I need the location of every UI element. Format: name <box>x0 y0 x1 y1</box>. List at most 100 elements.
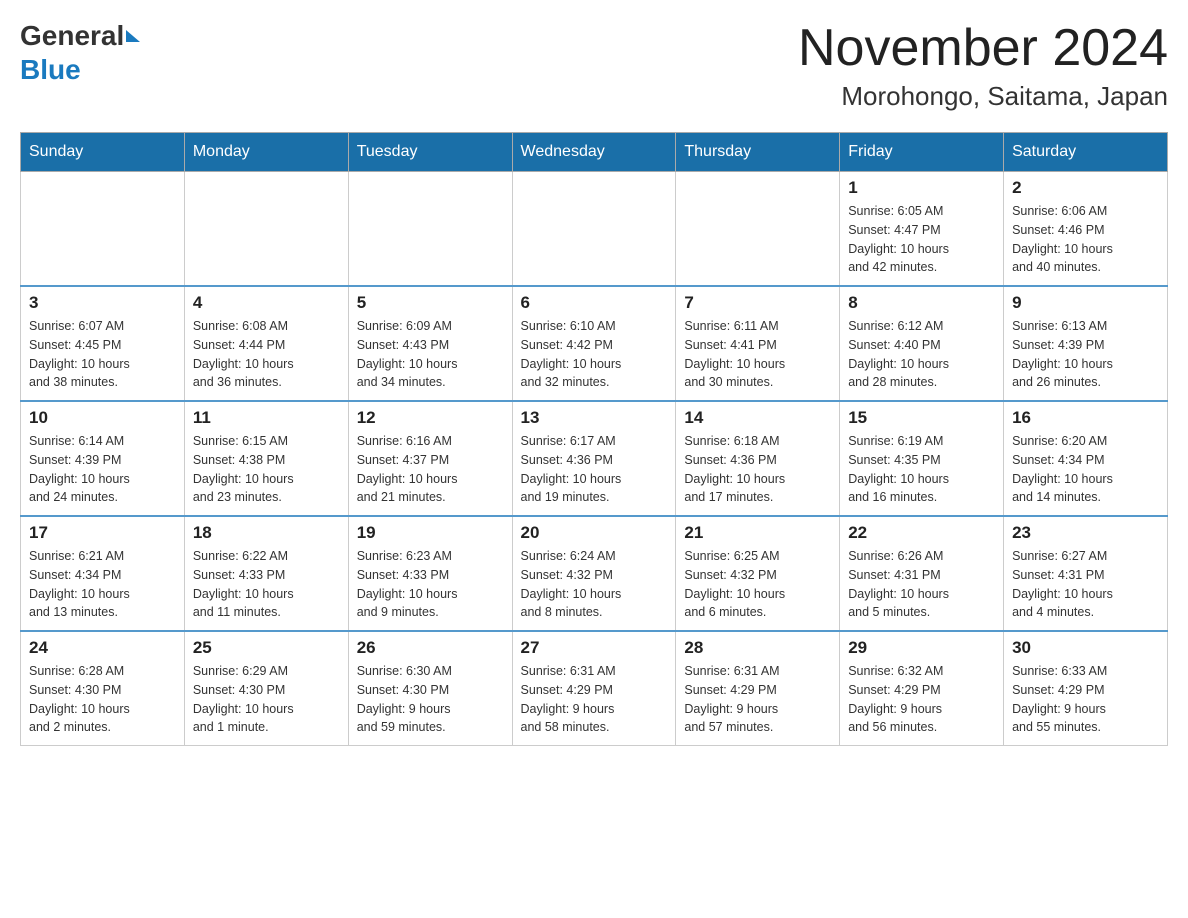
calendar-cell: 19 Sunrise: 6:23 AM Sunset: 4:33 PM Dayli… <box>348 516 512 631</box>
day-number: 13 <box>521 408 668 428</box>
day-info: Sunrise: 6:08 AM Sunset: 4:44 PM Dayligh… <box>193 317 340 392</box>
calendar-cell: 23 Sunrise: 6:27 AM Sunset: 4:31 PM Dayli… <box>1004 516 1168 631</box>
calendar-header-tuesday: Tuesday <box>348 133 512 172</box>
day-number: 20 <box>521 523 668 543</box>
day-number: 5 <box>357 293 504 313</box>
calendar-cell: 5 Sunrise: 6:09 AM Sunset: 4:43 PM Daylig… <box>348 286 512 401</box>
day-number: 3 <box>29 293 176 313</box>
day-number: 10 <box>29 408 176 428</box>
calendar-cell <box>512 172 676 287</box>
day-info: Sunrise: 6:10 AM Sunset: 4:42 PM Dayligh… <box>521 317 668 392</box>
logo-blue-text: Blue <box>20 54 81 85</box>
day-info: Sunrise: 6:21 AM Sunset: 4:34 PM Dayligh… <box>29 547 176 622</box>
calendar-cell: 26Sunrise: 6:30 AM Sunset: 4:30 PM Dayli… <box>348 631 512 746</box>
day-number: 26 <box>357 638 504 658</box>
day-info: Sunrise: 6:13 AM Sunset: 4:39 PM Dayligh… <box>1012 317 1159 392</box>
day-number: 23 <box>1012 523 1159 543</box>
day-info: Sunrise: 6:32 AM Sunset: 4:29 PM Dayligh… <box>848 662 995 737</box>
day-info: Sunrise: 6:22 AM Sunset: 4:33 PM Dayligh… <box>193 547 340 622</box>
day-info: Sunrise: 6:15 AM Sunset: 4:38 PM Dayligh… <box>193 432 340 507</box>
day-info: Sunrise: 6:33 AM Sunset: 4:29 PM Dayligh… <box>1012 662 1159 737</box>
day-number: 24 <box>29 638 176 658</box>
day-info: Sunrise: 6:11 AM Sunset: 4:41 PM Dayligh… <box>684 317 831 392</box>
day-info: Sunrise: 6:17 AM Sunset: 4:36 PM Dayligh… <box>521 432 668 507</box>
calendar-cell: 7 Sunrise: 6:11 AM Sunset: 4:41 PM Daylig… <box>676 286 840 401</box>
day-info: Sunrise: 6:05 AM Sunset: 4:47 PM Dayligh… <box>848 202 995 277</box>
day-number: 29 <box>848 638 995 658</box>
day-info: Sunrise: 6:31 AM Sunset: 4:29 PM Dayligh… <box>684 662 831 737</box>
day-info: Sunrise: 6:12 AM Sunset: 4:40 PM Dayligh… <box>848 317 995 392</box>
day-info: Sunrise: 6:16 AM Sunset: 4:37 PM Dayligh… <box>357 432 504 507</box>
day-number: 17 <box>29 523 176 543</box>
calendar-cell <box>348 172 512 287</box>
day-info: Sunrise: 6:24 AM Sunset: 4:32 PM Dayligh… <box>521 547 668 622</box>
day-number: 7 <box>684 293 831 313</box>
day-number: 12 <box>357 408 504 428</box>
calendar-cell: 11 Sunrise: 6:15 AM Sunset: 4:38 PM Dayli… <box>184 401 348 516</box>
calendar-header-row: SundayMondayTuesdayWednesdayThursdayFrid… <box>21 133 1168 172</box>
calendar-header-friday: Friday <box>840 133 1004 172</box>
day-number: 28 <box>684 638 831 658</box>
calendar-cell <box>676 172 840 287</box>
day-info: Sunrise: 6:18 AM Sunset: 4:36 PM Dayligh… <box>684 432 831 507</box>
calendar-cell: 13 Sunrise: 6:17 AM Sunset: 4:36 PM Dayli… <box>512 401 676 516</box>
calendar-cell: 25Sunrise: 6:29 AM Sunset: 4:30 PM Dayli… <box>184 631 348 746</box>
day-number: 15 <box>848 408 995 428</box>
calendar-cell: 12 Sunrise: 6:16 AM Sunset: 4:37 PM Dayli… <box>348 401 512 516</box>
day-info: Sunrise: 6:26 AM Sunset: 4:31 PM Dayligh… <box>848 547 995 622</box>
logo-general-text: General <box>20 20 124 52</box>
day-info: Sunrise: 6:07 AM Sunset: 4:45 PM Dayligh… <box>29 317 176 392</box>
calendar-cell: 29 Sunrise: 6:32 AM Sunset: 4:29 PM Dayli… <box>840 631 1004 746</box>
page-header: General Blue November 2024 Morohongo, Sa… <box>20 20 1168 112</box>
calendar-cell: 30 Sunrise: 6:33 AM Sunset: 4:29 PM Dayli… <box>1004 631 1168 746</box>
day-number: 14 <box>684 408 831 428</box>
calendar-week-row: 17 Sunrise: 6:21 AM Sunset: 4:34 PM Dayli… <box>21 516 1168 631</box>
day-info: Sunrise: 6:25 AM Sunset: 4:32 PM Dayligh… <box>684 547 831 622</box>
day-number: 22 <box>848 523 995 543</box>
day-number: 30 <box>1012 638 1159 658</box>
calendar-cell: 20 Sunrise: 6:24 AM Sunset: 4:32 PM Dayli… <box>512 516 676 631</box>
day-info: Sunrise: 6:31 AM Sunset: 4:29 PM Dayligh… <box>521 662 668 737</box>
calendar-cell: 27Sunrise: 6:31 AM Sunset: 4:29 PM Dayli… <box>512 631 676 746</box>
calendar-cell: 6Sunrise: 6:10 AM Sunset: 4:42 PM Daylig… <box>512 286 676 401</box>
calendar-cell: 24Sunrise: 6:28 AM Sunset: 4:30 PM Dayli… <box>21 631 185 746</box>
day-info: Sunrise: 6:23 AM Sunset: 4:33 PM Dayligh… <box>357 547 504 622</box>
calendar-cell: 14 Sunrise: 6:18 AM Sunset: 4:36 PM Dayli… <box>676 401 840 516</box>
calendar-cell: 15 Sunrise: 6:19 AM Sunset: 4:35 PM Dayli… <box>840 401 1004 516</box>
day-info: Sunrise: 6:06 AM Sunset: 4:46 PM Dayligh… <box>1012 202 1159 277</box>
calendar-cell: 2Sunrise: 6:06 AM Sunset: 4:46 PM Daylig… <box>1004 172 1168 287</box>
calendar-cell: 16Sunrise: 6:20 AM Sunset: 4:34 PM Dayli… <box>1004 401 1168 516</box>
location: Morohongo, Saitama, Japan <box>798 81 1168 112</box>
month-title: November 2024 <box>798 20 1168 77</box>
day-number: 8 <box>848 293 995 313</box>
calendar-cell: 28 Sunrise: 6:31 AM Sunset: 4:29 PM Dayli… <box>676 631 840 746</box>
calendar-cell: 3 Sunrise: 6:07 AM Sunset: 4:45 PM Daylig… <box>21 286 185 401</box>
calendar-header-wednesday: Wednesday <box>512 133 676 172</box>
day-number: 9 <box>1012 293 1159 313</box>
calendar-header-saturday: Saturday <box>1004 133 1168 172</box>
calendar-week-row: 10 Sunrise: 6:14 AM Sunset: 4:39 PM Dayli… <box>21 401 1168 516</box>
day-info: Sunrise: 6:09 AM Sunset: 4:43 PM Dayligh… <box>357 317 504 392</box>
calendar-week-row: 3 Sunrise: 6:07 AM Sunset: 4:45 PM Daylig… <box>21 286 1168 401</box>
day-info: Sunrise: 6:27 AM Sunset: 4:31 PM Dayligh… <box>1012 547 1159 622</box>
day-number: 19 <box>357 523 504 543</box>
calendar-cell <box>184 172 348 287</box>
calendar-cell: 18 Sunrise: 6:22 AM Sunset: 4:33 PM Dayli… <box>184 516 348 631</box>
day-info: Sunrise: 6:14 AM Sunset: 4:39 PM Dayligh… <box>29 432 176 507</box>
day-number: 18 <box>193 523 340 543</box>
title-area: November 2024 Morohongo, Saitama, Japan <box>798 20 1168 112</box>
day-number: 4 <box>193 293 340 313</box>
calendar-header-thursday: Thursday <box>676 133 840 172</box>
calendar-cell: 10 Sunrise: 6:14 AM Sunset: 4:39 PM Dayli… <box>21 401 185 516</box>
day-info: Sunrise: 6:19 AM Sunset: 4:35 PM Dayligh… <box>848 432 995 507</box>
calendar-cell: 21Sunrise: 6:25 AM Sunset: 4:32 PM Dayli… <box>676 516 840 631</box>
calendar-cell: 17 Sunrise: 6:21 AM Sunset: 4:34 PM Dayli… <box>21 516 185 631</box>
calendar-cell: 8 Sunrise: 6:12 AM Sunset: 4:40 PM Daylig… <box>840 286 1004 401</box>
calendar-week-row: 1Sunrise: 6:05 AM Sunset: 4:47 PM Daylig… <box>21 172 1168 287</box>
calendar-cell <box>21 172 185 287</box>
day-number: 11 <box>193 408 340 428</box>
calendar-week-row: 24Sunrise: 6:28 AM Sunset: 4:30 PM Dayli… <box>21 631 1168 746</box>
calendar-cell: 4 Sunrise: 6:08 AM Sunset: 4:44 PM Daylig… <box>184 286 348 401</box>
logo-arrow-icon <box>126 30 140 42</box>
day-info: Sunrise: 6:29 AM Sunset: 4:30 PM Dayligh… <box>193 662 340 737</box>
